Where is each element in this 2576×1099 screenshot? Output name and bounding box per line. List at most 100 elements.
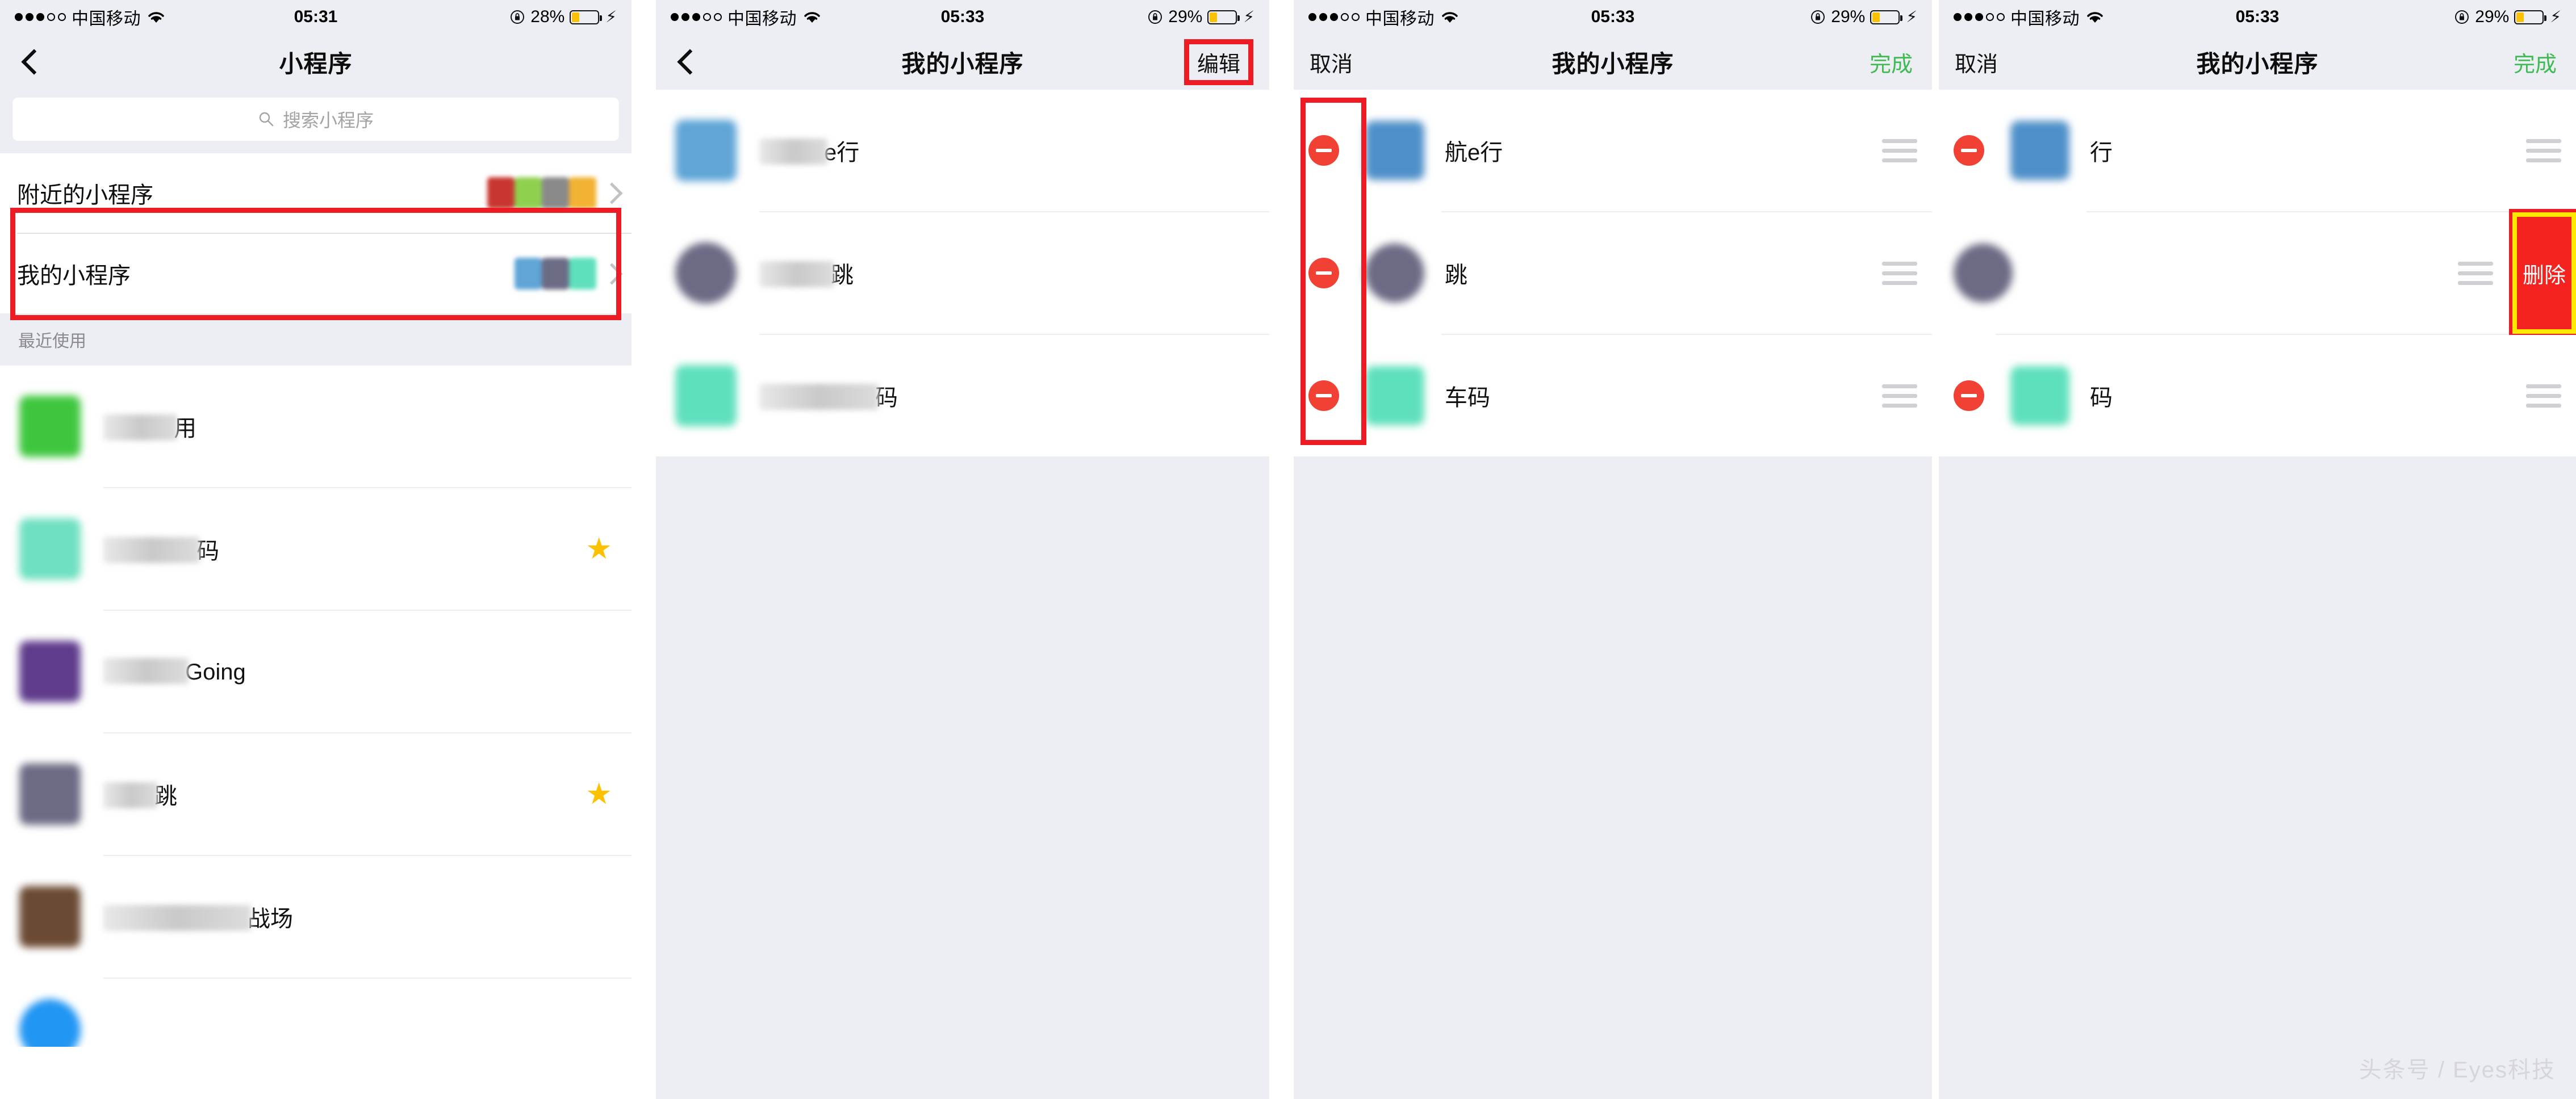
drag-handle-icon[interactable] xyxy=(2526,139,2561,162)
status-right: 28% ⚡ xyxy=(509,7,617,27)
app-icon xyxy=(2010,121,2069,180)
remove-icon[interactable] xyxy=(1954,135,1984,166)
remove-icon[interactable] xyxy=(1308,135,1339,166)
page-title: 小程序 xyxy=(279,50,353,77)
wifi-icon xyxy=(148,12,164,23)
done-button[interactable]: 完成 xyxy=(1866,43,1916,81)
app-icon xyxy=(675,120,737,181)
app-icon xyxy=(19,396,81,457)
back-icon[interactable] xyxy=(679,51,691,73)
entry-label: 我的小程序 xyxy=(17,263,131,288)
status-bar: 中国移动 05:33 29% ⚡ xyxy=(1294,0,1932,34)
status-left: 中国移动 xyxy=(671,5,822,30)
status-bar: 中国移动 05:33 29% ⚡ xyxy=(1939,0,2576,34)
page-title: 我的小程序 xyxy=(2196,50,2319,77)
battery-icon xyxy=(570,10,603,24)
list-item[interactable]: 跳 ★ xyxy=(0,733,632,855)
list-item[interactable]: 跳 xyxy=(656,212,1269,334)
nav-bar: 取消 我的小程序 完成 xyxy=(1294,34,1932,90)
panel-mini-program-home: 中国移动 05:31 28% ⚡ 小程序 搜索小程序 附近的小程序 我的小程序 … xyxy=(0,0,632,1099)
edit-button[interactable]: 编辑 xyxy=(1184,39,1253,85)
delete-button[interactable]: 删除 xyxy=(2509,209,2576,337)
list-item[interactable] xyxy=(0,979,632,1047)
section-header-recent: 最近使用 xyxy=(0,313,632,366)
cancel-button[interactable]: 取消 xyxy=(1955,47,1998,78)
nav-bar: 我的小程序 编辑 xyxy=(656,34,1269,90)
drag-handle-icon[interactable] xyxy=(1882,384,1917,408)
star-icon[interactable]: ★ xyxy=(586,534,612,564)
app-icon xyxy=(19,999,81,1047)
entry-label: 附近的小程序 xyxy=(17,183,153,208)
carrier-label: 中国移动 xyxy=(72,10,141,28)
search-input[interactable]: 搜索小程序 xyxy=(12,98,619,141)
app-name: 行 xyxy=(2090,140,2113,165)
list-item[interactable]: 码 xyxy=(1939,335,2576,456)
search-placeholder: 搜索小程序 xyxy=(282,110,374,131)
list-item[interactable]: 码 xyxy=(656,335,1269,456)
app-name: 战场 xyxy=(103,900,293,933)
drag-handle-icon[interactable] xyxy=(2526,384,2561,408)
charging-bolt-icon: ⚡ xyxy=(1906,8,1917,26)
battery-percent-label: 29% xyxy=(1168,7,1203,26)
entry-preview xyxy=(515,258,614,290)
list-item[interactable]: Going xyxy=(0,611,632,732)
panel-my-mini-programs-swipe-delete: 中国移动 05:33 29% ⚡ 取消 我的小程序 完成 行 删除 码 头条号 … xyxy=(1939,0,2576,1099)
list-item[interactable]: 行 xyxy=(1939,90,2576,211)
status-left: 中国移动 xyxy=(1308,5,1460,30)
battery-percent-label: 29% xyxy=(2475,7,2510,26)
app-name: 跳 xyxy=(1445,263,1467,288)
done-button[interactable]: 完成 xyxy=(2510,43,2560,81)
carrier-label: 中国移动 xyxy=(2010,10,2080,28)
rotation-lock-icon xyxy=(1148,10,1162,24)
status-right: 29% ⚡ xyxy=(1147,7,1254,27)
remove-icon[interactable] xyxy=(1308,380,1339,411)
star-icon[interactable]: ★ xyxy=(586,779,612,809)
drag-handle-icon[interactable] xyxy=(2458,261,2493,285)
drag-handle-icon[interactable] xyxy=(1882,261,1917,285)
app-icon xyxy=(1365,121,1424,180)
battery-percent-label: 29% xyxy=(1831,7,1866,26)
app-icon xyxy=(675,365,737,426)
status-right: 29% ⚡ xyxy=(2454,7,2561,27)
app-name: 码 xyxy=(759,379,898,412)
app-icon xyxy=(19,641,81,702)
list-item[interactable]: e行 xyxy=(656,90,1269,211)
list-item[interactable]: 跳 xyxy=(1294,212,1932,334)
status-left: 中国移动 xyxy=(1954,5,2105,30)
app-icon xyxy=(19,886,81,947)
mini-program-thumbnails xyxy=(515,258,596,290)
entry-preview xyxy=(487,177,614,209)
mini-program-thumbnails xyxy=(487,177,596,209)
app-icon xyxy=(19,518,81,580)
rotation-lock-icon xyxy=(1811,10,1825,24)
app-icon xyxy=(19,764,81,825)
list-item[interactable]: 码 ★ xyxy=(0,488,632,610)
battery-percent-label: 28% xyxy=(530,7,565,26)
app-icon xyxy=(1954,244,2013,303)
cancel-button[interactable]: 取消 xyxy=(1310,47,1353,78)
drag-handle-icon[interactable] xyxy=(1882,139,1917,162)
status-right: 29% ⚡ xyxy=(1810,7,1917,27)
signal-dots-icon xyxy=(1954,13,2005,21)
empty-area xyxy=(656,456,1269,1099)
carrier-label: 中国移动 xyxy=(1365,10,1435,28)
list-item[interactable]: 战场 xyxy=(0,856,632,978)
app-name: 码 xyxy=(103,532,219,565)
app-icon xyxy=(1365,244,1424,303)
status-bar: 中国移动 05:31 28% ⚡ xyxy=(0,0,632,34)
list-item[interactable]: 航e行 xyxy=(1294,90,1932,211)
list-item[interactable]: 车码 xyxy=(1294,335,1932,456)
remove-icon[interactable] xyxy=(1308,258,1339,288)
list-item-swiped[interactable]: 删除 xyxy=(1939,209,2576,337)
nav-bar: 小程序 xyxy=(0,34,632,90)
panel-my-mini-programs: 中国移动 05:33 29% ⚡ 我的小程序 编辑 e行 跳 码 xyxy=(656,0,1269,1099)
wifi-icon xyxy=(1442,12,1458,23)
remove-icon[interactable] xyxy=(1954,380,1984,411)
entry-nearby-mini-programs[interactable]: 附近的小程序 xyxy=(0,153,632,233)
list-item[interactable]: 用 xyxy=(0,366,632,487)
battery-icon xyxy=(1870,10,1903,24)
signal-dots-icon xyxy=(671,13,722,21)
app-icon xyxy=(2010,366,2069,425)
back-icon[interactable] xyxy=(23,51,35,73)
entry-my-mini-programs[interactable]: 我的小程序 xyxy=(0,208,632,320)
